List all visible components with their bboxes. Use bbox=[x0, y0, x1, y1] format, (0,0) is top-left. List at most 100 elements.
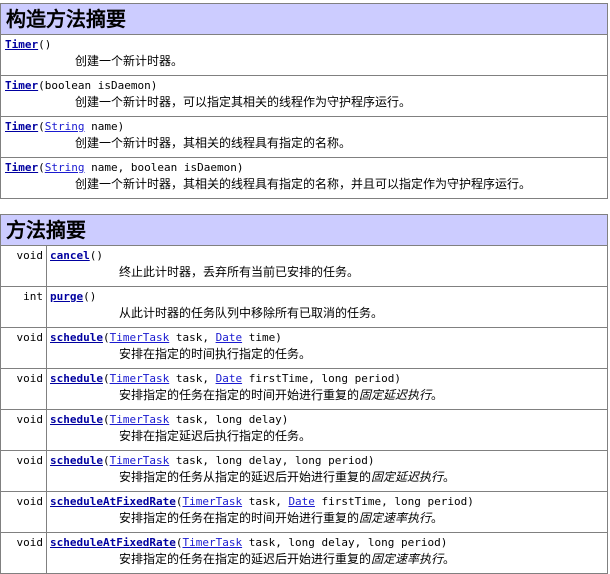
method-signature: scheduleAtFixedRate(TimerTask task, long… bbox=[50, 535, 607, 551]
method-description-text: 。 bbox=[443, 552, 456, 566]
method-modifier: void bbox=[0, 327, 47, 369]
method-detail-cell: scheduleAtFixedRate(TimerTask task, Date… bbox=[46, 491, 608, 533]
constructor-description: 创建一个新计时器。 bbox=[75, 54, 184, 68]
method-description: 安排指定的任务在指定的延迟后开始进行重复的固定速率执行。 bbox=[50, 551, 607, 567]
param-text: task, long delay, long period) bbox=[169, 454, 375, 467]
constructor-signature: Timer() bbox=[5, 37, 607, 53]
param-text: () bbox=[83, 290, 97, 303]
param-text: ( bbox=[102, 454, 110, 467]
method-description: 安排在指定的时间执行指定的任务。 bbox=[50, 346, 607, 362]
param-text: task, long delay, long period) bbox=[242, 536, 448, 549]
method-modifier: void bbox=[0, 368, 47, 410]
constructor-description: 创建一个新计时器，其相关的线程具有指定的名称，并且可以指定作为守护程序运行。 bbox=[75, 177, 532, 191]
constructor-description: 创建一个新计时器，可以指定其相关的线程作为守护程序运行。 bbox=[75, 95, 412, 109]
type-link-timertask[interactable]: TimerTask bbox=[110, 372, 170, 385]
constructor-link-timer[interactable]: Timer bbox=[5, 79, 38, 92]
method-summary-title: 方法摘要 bbox=[0, 214, 608, 246]
method-modifier: void bbox=[0, 450, 47, 492]
method-modifier: void bbox=[0, 245, 47, 287]
method-modifier: int bbox=[0, 286, 47, 328]
type-link-string[interactable]: String bbox=[45, 120, 85, 133]
method-detail-cell: purge() 从此计时器的任务队列中移除所有已取消的任务。 bbox=[46, 286, 608, 328]
param-text: name) bbox=[84, 120, 125, 133]
constructor-summary-header: 构造方法摘要 bbox=[0, 3, 608, 35]
method-row: void schedule(TimerTask task, long delay)… bbox=[0, 409, 608, 451]
method-link-cancel[interactable]: cancel bbox=[50, 249, 90, 262]
type-link-timertask[interactable]: TimerTask bbox=[182, 536, 242, 549]
constructor-link-timer[interactable]: Timer bbox=[5, 161, 38, 174]
method-description-text: 。 bbox=[443, 470, 456, 484]
method-detail-cell: cancel() 终止此计时器，丢弃所有当前已安排的任务。 bbox=[46, 245, 608, 287]
method-signature: scheduleAtFixedRate(TimerTask task, Date… bbox=[50, 494, 607, 510]
type-link-string[interactable]: String bbox=[45, 161, 85, 174]
constructor-detail-cell: Timer(String name, boolean isDaemon) 创建一个… bbox=[0, 157, 608, 199]
method-link-schedule[interactable]: schedule bbox=[50, 331, 103, 344]
param-text: ( bbox=[38, 120, 45, 133]
param-text: (boolean isDaemon) bbox=[38, 79, 158, 92]
constructor-link-timer[interactable]: Timer bbox=[5, 38, 38, 51]
method-signature: purge() bbox=[50, 289, 607, 305]
type-link-date[interactable]: Date bbox=[216, 331, 243, 344]
param-text: task, bbox=[169, 372, 216, 385]
method-description-emphasis: 固定延迟执行 bbox=[359, 388, 432, 402]
param-text: ( bbox=[38, 161, 45, 174]
type-link-timertask[interactable]: TimerTask bbox=[182, 495, 242, 508]
constructor-row: Timer(String name) 创建一个新计时器，其相关的线程具有指定的名称… bbox=[0, 116, 608, 158]
method-detail-cell: schedule(TimerTask task, Date time) 安排在指定… bbox=[46, 327, 608, 369]
method-description-text: 安排在指定的时间执行指定的任务。 bbox=[119, 347, 312, 361]
constructor-detail-cell: Timer(boolean isDaemon) 创建一个新计时器，可以指定其相关的… bbox=[0, 75, 608, 117]
param-text: ( bbox=[102, 372, 110, 385]
method-signature: schedule(TimerTask task, long delay) bbox=[50, 412, 607, 428]
param-text: () bbox=[38, 38, 52, 51]
type-link-date[interactable]: Date bbox=[216, 372, 243, 385]
param-text: task, long delay) bbox=[169, 413, 289, 426]
method-signature: schedule(TimerTask task, long delay, lon… bbox=[50, 453, 607, 469]
method-row: void cancel() 终止此计时器，丢弃所有当前已安排的任务。 bbox=[0, 245, 608, 287]
method-detail-cell: schedule(TimerTask task, long delay, lon… bbox=[46, 450, 608, 492]
method-link-schedule[interactable]: schedule bbox=[50, 372, 103, 385]
method-modifier: void bbox=[0, 532, 47, 574]
method-row: void scheduleAtFixedRate(TimerTask task, … bbox=[0, 491, 608, 533]
constructor-detail-cell: Timer(String name) 创建一个新计时器，其相关的线程具有指定的名称… bbox=[0, 116, 608, 158]
method-description-text: 终止此计时器，丢弃所有当前已安排的任务。 bbox=[119, 265, 360, 279]
constructor-description: 创建一个新计时器，其相关的线程具有指定的名称。 bbox=[75, 136, 352, 150]
method-modifier: void bbox=[0, 409, 47, 451]
method-description-text: 安排指定的任务在指定的延迟后开始进行重复的 bbox=[119, 552, 372, 566]
method-description: 安排指定的任务从指定的延迟后开始进行重复的固定延迟执行。 bbox=[50, 469, 607, 485]
method-description: 安排指定的任务在指定的时间开始进行重复的固定速率执行。 bbox=[50, 510, 607, 526]
param-text: time) bbox=[242, 331, 282, 344]
method-link-purge[interactable]: purge bbox=[50, 290, 83, 303]
constructor-row: Timer(String name, boolean isDaemon) 创建一个… bbox=[0, 157, 608, 199]
method-signature: cancel() bbox=[50, 248, 607, 264]
method-description: 终止此计时器，丢弃所有当前已安排的任务。 bbox=[50, 264, 607, 280]
type-link-timertask[interactable]: TimerTask bbox=[110, 413, 170, 426]
method-row: void schedule(TimerTask task, Date time) 安… bbox=[0, 327, 608, 369]
constructor-row: Timer() 创建一个新计时器。 bbox=[0, 34, 608, 76]
method-link-schedule[interactable]: schedule bbox=[50, 413, 103, 426]
method-description: 安排指定的任务在指定的时间开始进行重复的固定延迟执行。 bbox=[50, 387, 607, 403]
method-link-scheduleatfixedrate[interactable]: scheduleAtFixedRate bbox=[50, 536, 176, 549]
method-row: void schedule(TimerTask task, Date firstT… bbox=[0, 368, 608, 410]
method-description-text: 安排在指定延迟后执行指定的任务。 bbox=[119, 429, 312, 443]
method-description-text: 安排指定的任务在指定的时间开始进行重复的 bbox=[119, 511, 360, 525]
method-description-emphasis: 固定速率执行 bbox=[359, 511, 432, 525]
method-description-text: 。 bbox=[431, 388, 444, 402]
method-description-text: 安排指定的任务在指定的时间开始进行重复的 bbox=[119, 388, 360, 402]
type-link-timertask[interactable]: TimerTask bbox=[110, 454, 170, 467]
constructor-link-timer[interactable]: Timer bbox=[5, 120, 38, 133]
method-link-schedule[interactable]: schedule bbox=[50, 454, 103, 467]
type-link-timertask[interactable]: TimerTask bbox=[110, 331, 170, 344]
constructor-signature: Timer(boolean isDaemon) bbox=[5, 78, 607, 94]
constructor-summary-table: 构造方法摘要 Timer() 创建一个新计时器。 Timer(boolean isD… bbox=[0, 3, 608, 199]
param-text: name, boolean isDaemon) bbox=[84, 161, 244, 174]
method-description-text: 从此计时器的任务队列中移除所有已取消的任务。 bbox=[119, 306, 384, 320]
method-row: void scheduleAtFixedRate(TimerTask task, … bbox=[0, 532, 608, 574]
method-link-scheduleatfixedrate[interactable]: scheduleAtFixedRate bbox=[50, 495, 176, 508]
type-link-date[interactable]: Date bbox=[288, 495, 315, 508]
param-text: () bbox=[89, 249, 103, 262]
method-signature: schedule(TimerTask task, Date firstTime,… bbox=[50, 371, 607, 387]
method-detail-cell: scheduleAtFixedRate(TimerTask task, long… bbox=[46, 532, 608, 574]
method-row: int purge() 从此计时器的任务队列中移除所有已取消的任务。 bbox=[0, 286, 608, 328]
param-text: firstTime, long period) bbox=[314, 495, 474, 508]
method-summary-header: 方法摘要 bbox=[0, 214, 608, 246]
